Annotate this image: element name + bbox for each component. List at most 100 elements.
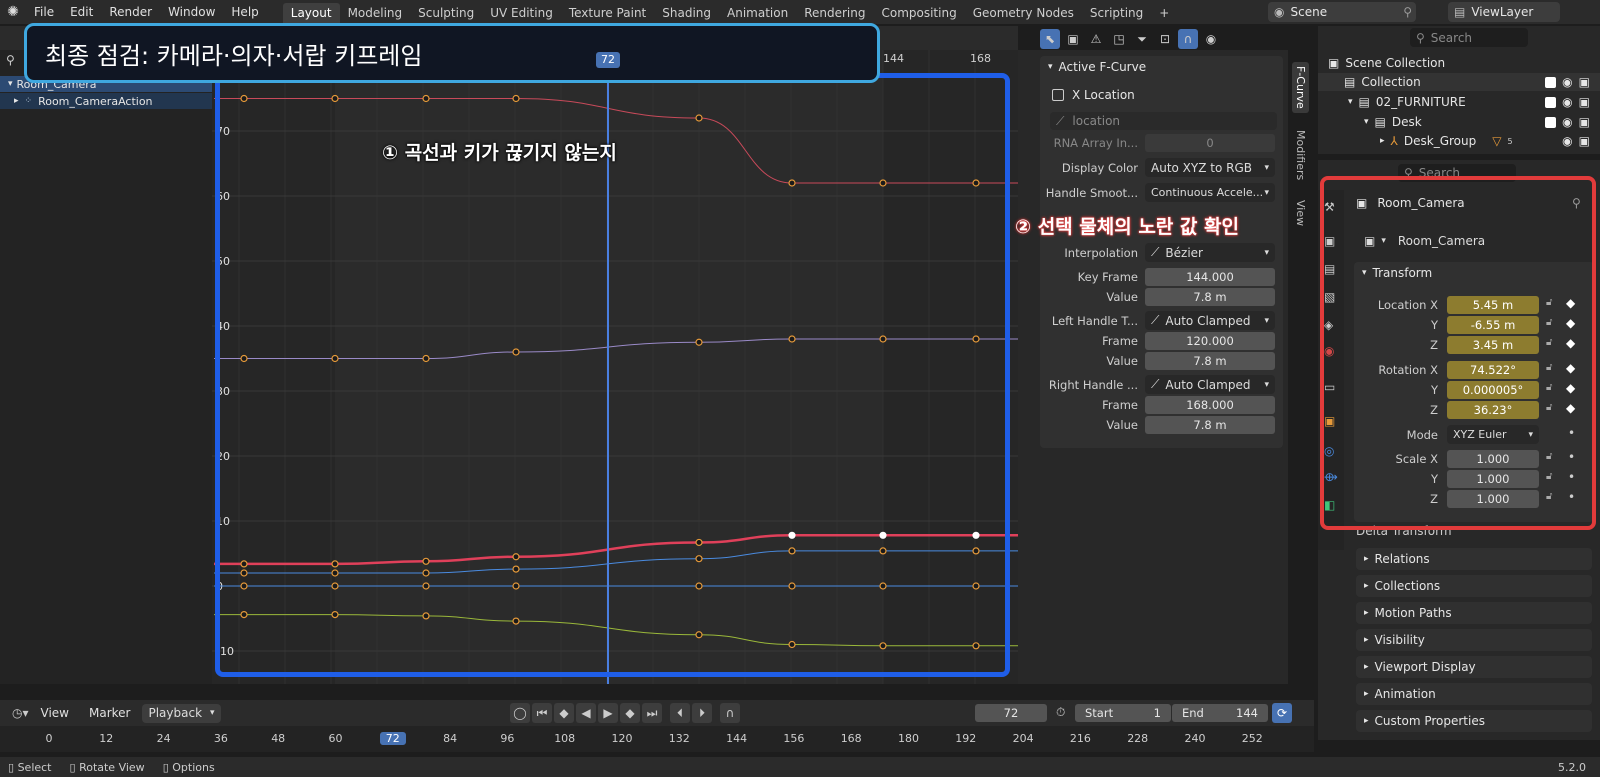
tab-compositing[interactable]: Compositing — [873, 3, 964, 23]
outliner-scene-collection[interactable]: ▣ Scene Collection — [1328, 56, 1445, 70]
viewlayer-selector[interactable]: ▤ ViewLayer — [1448, 2, 1560, 22]
graph-current-frame-marker[interactable]: 72 — [596, 52, 620, 68]
keying-icon[interactable]: ∩ — [720, 703, 740, 723]
stopwatch-icon[interactable]: ⏱ — [1056, 705, 1065, 720]
tab-layout[interactable]: Layout — [282, 3, 340, 23]
tab-shading[interactable]: Shading — [654, 3, 719, 23]
right-frame-field[interactable]: 168.000 — [1145, 396, 1275, 414]
end-frame-field[interactable]: End 144 — [1172, 704, 1268, 722]
play-icon[interactable]: ▶ — [598, 703, 618, 723]
tab-sculpting[interactable]: Sculpting — [410, 3, 482, 23]
panel-collections[interactable]: ▸ Collections — [1356, 575, 1592, 597]
show-hidden-icon[interactable]: ▣ — [1063, 29, 1083, 49]
timeline-menu-marker[interactable]: Marker — [81, 701, 138, 725]
eye-icon[interactable]: ◉ — [1562, 134, 1572, 148]
tab-modifiers[interactable]: Modifiers — [1292, 128, 1309, 182]
channel-search-icon[interactable]: ⚲ — [6, 53, 15, 67]
display-color-dropdown[interactable]: Auto XYZ to RGB ▾ — [1145, 158, 1275, 177]
interpolation-dropdown[interactable]: ⟋ Bézier ▾ — [1145, 243, 1275, 262]
handle-smooth-dropdown[interactable]: Continuous Accele... ▾ — [1145, 183, 1275, 202]
left-frame-field[interactable]: 120.000 — [1145, 332, 1275, 350]
filter-icon[interactable]: ⏷ — [1132, 29, 1152, 49]
panel-motion-paths[interactable]: ▸ Motion Paths — [1356, 602, 1592, 624]
only-selected-icon[interactable]: ⬉ — [1040, 29, 1060, 49]
camera-icon[interactable]: ▣ — [1579, 95, 1600, 109]
panel-custom-properties[interactable]: ▸ Custom Properties — [1356, 710, 1592, 732]
tab-view[interactable]: View — [1292, 198, 1309, 228]
panel-relations[interactable]: ▸ Relations — [1356, 548, 1592, 570]
play-reverse-icon[interactable]: ◀ — [576, 703, 596, 723]
camera-icon[interactable]: ▣ — [1579, 75, 1600, 89]
channel-row-action[interactable]: ▸ ⁘ Room_CameraAction — [0, 93, 212, 109]
outliner-desk[interactable]: ▾ ▤ Desk ◉ ▣ — [1318, 113, 1600, 131]
left-handle-dropdown[interactable]: ⟋ Auto Clamped ▾ — [1145, 311, 1275, 330]
scene-selector[interactable]: ◉ Scene ⚲ — [1268, 2, 1416, 22]
menu-help[interactable]: Help — [223, 0, 266, 24]
jump-start-icon[interactable]: ⏮ — [532, 703, 552, 723]
next-key-icon[interactable]: ◆ — [620, 703, 640, 723]
checkbox-icon[interactable] — [1545, 116, 1557, 128]
proportional-icon[interactable]: ◉ — [1201, 29, 1221, 49]
editor-type-icon[interactable]: ◷▾ — [12, 706, 29, 720]
prev-frame-icon[interactable]: ⏴ — [670, 703, 690, 723]
add-workspace-icon[interactable]: + — [1151, 3, 1177, 23]
timeline-playback-dropdown[interactable]: Playback ▾ — [142, 703, 221, 723]
key-frame-field[interactable]: 144.000 — [1145, 268, 1275, 286]
pivot-icon[interactable]: ⊡ — [1155, 29, 1175, 49]
tab-rendering[interactable]: Rendering — [796, 3, 873, 23]
tab-modeling[interactable]: Modeling — [340, 3, 411, 23]
tab-animation[interactable]: Animation — [719, 3, 796, 23]
annotation-yellow-values: ② 선택 물체의 노란 값 확인 — [1015, 216, 1239, 238]
camera-icon[interactable]: ▣ — [1579, 134, 1600, 148]
tab-uv-editing[interactable]: UV Editing — [482, 3, 561, 23]
right-value-field[interactable]: 7.8 m — [1145, 416, 1275, 434]
outliner-furniture[interactable]: ▾ ▤ 02_FURNITURE ◉ ▣ — [1318, 93, 1600, 111]
auto-key-icon[interactable]: ◯ — [510, 703, 530, 723]
status-rotate: ▯ Rotate View — [70, 761, 145, 774]
sync-icon[interactable]: ⟳ — [1272, 703, 1292, 723]
error-filter-icon[interactable]: ⚠ — [1086, 29, 1106, 49]
right-handle-dropdown[interactable]: ⟋ Auto Clamped ▾ — [1145, 375, 1275, 394]
chevron-down-icon[interactable]: ▾ — [1348, 97, 1353, 107]
eye-icon[interactable]: ◉ — [1562, 115, 1572, 129]
menu-file[interactable]: File — [26, 0, 62, 24]
outliner-collection[interactable]: ▤ Collection ◉ ▣ — [1318, 73, 1600, 91]
tab-texture-paint[interactable]: Texture Paint — [561, 3, 654, 23]
checkbox-icon[interactable] — [1545, 96, 1557, 108]
collapse-icon[interactable]: ▸ — [14, 96, 19, 106]
next-frame-icon[interactable]: ⏵ — [692, 703, 712, 723]
chevron-down-icon[interactable]: ▾ — [1364, 117, 1369, 127]
pin-icon[interactable]: ⚲ — [1403, 5, 1416, 19]
jump-end-icon[interactable]: ⏭ — [642, 703, 662, 723]
timeline-ruler[interactable]: 0 12 24 36 48 60 72 84 96 108 120 132 144 156 168 180 19… — [0, 726, 1314, 752]
timeline-menu-view[interactable]: View — [33, 701, 77, 725]
menu-edit[interactable]: Edit — [62, 0, 101, 24]
panel-viewport-display[interactable]: ▸ Viewport Display — [1356, 656, 1592, 678]
tab-scripting[interactable]: Scripting — [1082, 3, 1151, 23]
fcurve-panel-header[interactable]: ▾ Active F-Curve — [1048, 60, 1146, 74]
outliner-search[interactable]: ⚲ Search — [1410, 28, 1528, 47]
eye-icon[interactable]: ◉ — [1562, 95, 1572, 109]
expand-icon[interactable]: ▾ — [8, 79, 13, 89]
rna-array-field[interactable]: 0 — [1145, 134, 1275, 152]
normalize-icon[interactable]: ◳ — [1109, 29, 1129, 49]
snap-icon[interactable]: ∩ — [1178, 29, 1198, 49]
current-frame-field[interactable]: 72 — [975, 704, 1047, 722]
panel-visibility[interactable]: ▸ Visibility — [1356, 629, 1592, 651]
key-value-field[interactable]: 7.8 m — [1145, 288, 1275, 306]
camera-icon[interactable]: ▣ — [1579, 115, 1600, 129]
start-frame-field[interactable]: Start 1 — [1075, 704, 1171, 722]
left-value-field[interactable]: 7.8 m — [1145, 352, 1275, 370]
data-path-field[interactable]: ⟋ location — [1050, 112, 1277, 130]
prev-key-icon[interactable]: ◆ — [554, 703, 574, 723]
blender-logo-icon[interactable]: ✺ — [0, 4, 26, 20]
outliner-desk-group[interactable]: ▸ ⅄ Desk_Group ▽ 5 ◉ ▣ — [1318, 132, 1600, 150]
eye-icon[interactable]: ◉ — [1562, 75, 1572, 89]
checkbox-icon[interactable] — [1545, 76, 1557, 88]
panel-animation[interactable]: ▸ Animation — [1356, 683, 1592, 705]
tab-fcurve[interactable]: F-Curve — [1292, 62, 1309, 113]
tab-geometry-nodes[interactable]: Geometry Nodes — [965, 3, 1082, 23]
menu-render[interactable]: Render — [101, 0, 160, 24]
menu-window[interactable]: Window — [160, 0, 223, 24]
chevron-right-icon[interactable]: ▸ — [1380, 136, 1385, 146]
